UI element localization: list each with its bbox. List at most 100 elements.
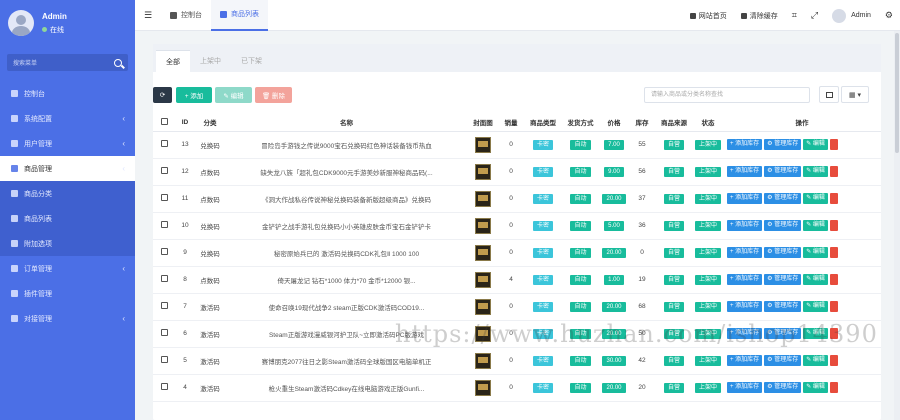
cell-cover[interactable]: [468, 320, 498, 348]
sidebar-item-6[interactable]: 附加选项: [0, 231, 135, 256]
cell-cover[interactable]: [468, 347, 498, 375]
sidebar-item-5[interactable]: 商品列表: [0, 206, 135, 231]
status-badge[interactable]: 上架中: [694, 193, 721, 204]
status-badge[interactable]: 上架中: [694, 166, 721, 177]
cell-cover[interactable]: [468, 374, 498, 402]
row-checkbox[interactable]: [153, 239, 175, 267]
manage-stock-button[interactable]: ⚙ 管理库存: [764, 139, 802, 150]
cover-image[interactable]: [475, 352, 491, 369]
row-checkbox[interactable]: [153, 374, 175, 402]
row-edit-button[interactable]: ✎ 编辑: [803, 220, 828, 231]
menu-search[interactable]: 搜索菜单: [7, 54, 128, 71]
cover-image[interactable]: [475, 163, 491, 180]
add-stock-button[interactable]: + 添加库存: [727, 166, 763, 177]
cover-image[interactable]: [475, 271, 491, 288]
tab-product-list[interactable]: 商品列表: [211, 0, 268, 31]
row-delete-button[interactable]: [829, 274, 838, 285]
row-edit-button[interactable]: ✎ 编辑: [803, 274, 828, 285]
row-delete-button[interactable]: [829, 382, 838, 393]
select-all-checkbox[interactable]: [153, 114, 175, 132]
tab-all[interactable]: 全部: [156, 50, 190, 72]
sidebar-item-7[interactable]: 订单管理 ‹: [0, 256, 135, 281]
status-badge[interactable]: 上架中: [694, 382, 721, 393]
sidebar-item-1[interactable]: 系统配置 ‹: [0, 106, 135, 131]
user-menu[interactable]: Admin: [825, 8, 878, 23]
add-stock-button[interactable]: + 添加库存: [727, 247, 763, 258]
table-row[interactable]: 4 激活码 枪火重生Steam激活码Cdkey在线电脑游戏正版Gunfi... 0 卡密…: [153, 374, 881, 402]
status-badge[interactable]: 上架中: [694, 220, 721, 231]
add-stock-button[interactable]: + 添加库存: [727, 301, 763, 312]
manage-stock-button[interactable]: ⚙ 管理库存: [764, 220, 802, 231]
wechat-icon[interactable]: ⌗: [785, 10, 804, 21]
sidebar-item-8[interactable]: 插件管理: [0, 281, 135, 306]
status-badge[interactable]: 上架中: [694, 328, 721, 339]
cell-cover[interactable]: [468, 185, 498, 213]
row-delete-button[interactable]: [829, 193, 838, 204]
table-row[interactable]: 11 点数码 《洞大作战私谷传说神秘兑换码装备新版超级商品》兑换码 0 卡密 自动 20.0…: [153, 185, 881, 213]
manage-stock-button[interactable]: ⚙ 管理库存: [764, 247, 802, 258]
manage-stock-button[interactable]: ⚙ 管理库存: [764, 274, 802, 285]
cover-image[interactable]: [475, 190, 491, 207]
row-checkbox[interactable]: [153, 320, 175, 348]
row-edit-button[interactable]: ✎ 编辑: [803, 166, 828, 177]
row-edit-button[interactable]: ✎ 编辑: [803, 328, 828, 339]
toggle-view-button[interactable]: [819, 86, 839, 103]
status-badge[interactable]: 上架中: [694, 274, 721, 285]
add-stock-button[interactable]: + 添加库存: [727, 274, 763, 285]
manage-stock-button[interactable]: ⚙ 管理库存: [764, 301, 802, 312]
tab-dashboard[interactable]: 控制台: [161, 0, 211, 31]
site-home-link[interactable]: 网站首页: [683, 11, 734, 21]
cell-cover[interactable]: [468, 158, 498, 186]
tab-off-sale[interactable]: 已下架: [231, 50, 272, 72]
add-button[interactable]: + 添加: [176, 87, 212, 103]
search-input[interactable]: 请输入商品或分类名称查找: [644, 87, 810, 103]
cover-image[interactable]: [475, 244, 491, 261]
add-stock-button[interactable]: + 添加库存: [727, 193, 763, 204]
table-row[interactable]: 5 激活码 赛博朋克2077往日之影Steam激活码全球版国区电脑单机正 0 卡密 自动 3…: [153, 347, 881, 375]
col-id[interactable]: ID: [175, 114, 195, 132]
row-checkbox[interactable]: [153, 158, 175, 186]
cover-image[interactable]: [475, 325, 491, 342]
add-stock-button[interactable]: + 添加库存: [727, 355, 763, 366]
cell-cover[interactable]: [468, 266, 498, 294]
table-row[interactable]: 8 点数码 倚天屠龙记 钻石*1000 体力*70 金币*12000 银... 4 卡密…: [153, 266, 881, 294]
cell-cover[interactable]: [468, 239, 498, 267]
row-edit-button[interactable]: ✎ 编辑: [803, 247, 828, 258]
status-badge[interactable]: 上架中: [694, 355, 721, 366]
clear-cache-button[interactable]: 清除缓存: [734, 11, 785, 21]
columns-button[interactable]: ▦ ▾: [841, 86, 869, 103]
cover-image[interactable]: [475, 298, 491, 315]
table-row[interactable]: 10 兑换码 金铲铲之战手游礼包兑换码小小英雄皮肤金币宝石金铲铲卡 0 卡密 自动 5.00…: [153, 212, 881, 240]
add-stock-button[interactable]: + 添加库存: [727, 382, 763, 393]
table-row[interactable]: 13 兑换码 冒险岛手游钱之传说9000宝石兑换码红色神话装备钱币热血 0 卡密 自动 7.…: [153, 131, 881, 159]
delete-button[interactable]: 🗑 删除: [255, 87, 292, 103]
status-badge[interactable]: 上架中: [694, 247, 721, 258]
row-delete-button[interactable]: [829, 166, 838, 177]
row-edit-button[interactable]: ✎ 编辑: [803, 193, 828, 204]
row-checkbox[interactable]: [153, 266, 175, 294]
row-edit-button[interactable]: ✎ 编辑: [803, 139, 828, 150]
cover-image[interactable]: [475, 217, 491, 234]
sidebar-item-0[interactable]: 控制台: [0, 81, 135, 106]
status-badge[interactable]: 上架中: [694, 301, 721, 312]
sidebar-item-3[interactable]: 商品管理 ‹: [0, 156, 135, 181]
edit-button[interactable]: ✎ 编辑: [215, 87, 252, 103]
cell-cover[interactable]: [468, 293, 498, 321]
cell-cover[interactable]: [468, 212, 498, 240]
row-edit-button[interactable]: ✎ 编辑: [803, 355, 828, 366]
table-row[interactable]: 12 点数码 缺失龙八族「超礼包CDK9000元手游美妙新服神秘商品码(... 0 卡密…: [153, 158, 881, 186]
cell-cover[interactable]: [468, 131, 498, 159]
row-delete-button[interactable]: [829, 220, 838, 231]
manage-stock-button[interactable]: ⚙ 管理库存: [764, 355, 802, 366]
page-scrollbar[interactable]: [894, 31, 900, 420]
row-checkbox[interactable]: [153, 185, 175, 213]
table-row[interactable]: 6 激活码 Steam正版游戏漫威银河护卫队~立即激活码PC版游戏 0 卡密 自动 20.0…: [153, 320, 881, 348]
manage-stock-button[interactable]: ⚙ 管理库存: [764, 382, 802, 393]
manage-stock-button[interactable]: ⚙ 管理库存: [764, 166, 802, 177]
add-stock-button[interactable]: + 添加库存: [727, 328, 763, 339]
scroll-thumb[interactable]: [895, 33, 899, 153]
add-stock-button[interactable]: + 添加库存: [727, 139, 763, 150]
status-badge[interactable]: 上架中: [694, 139, 721, 150]
tab-on-sale[interactable]: 上架中: [190, 50, 231, 72]
row-checkbox[interactable]: [153, 131, 175, 159]
